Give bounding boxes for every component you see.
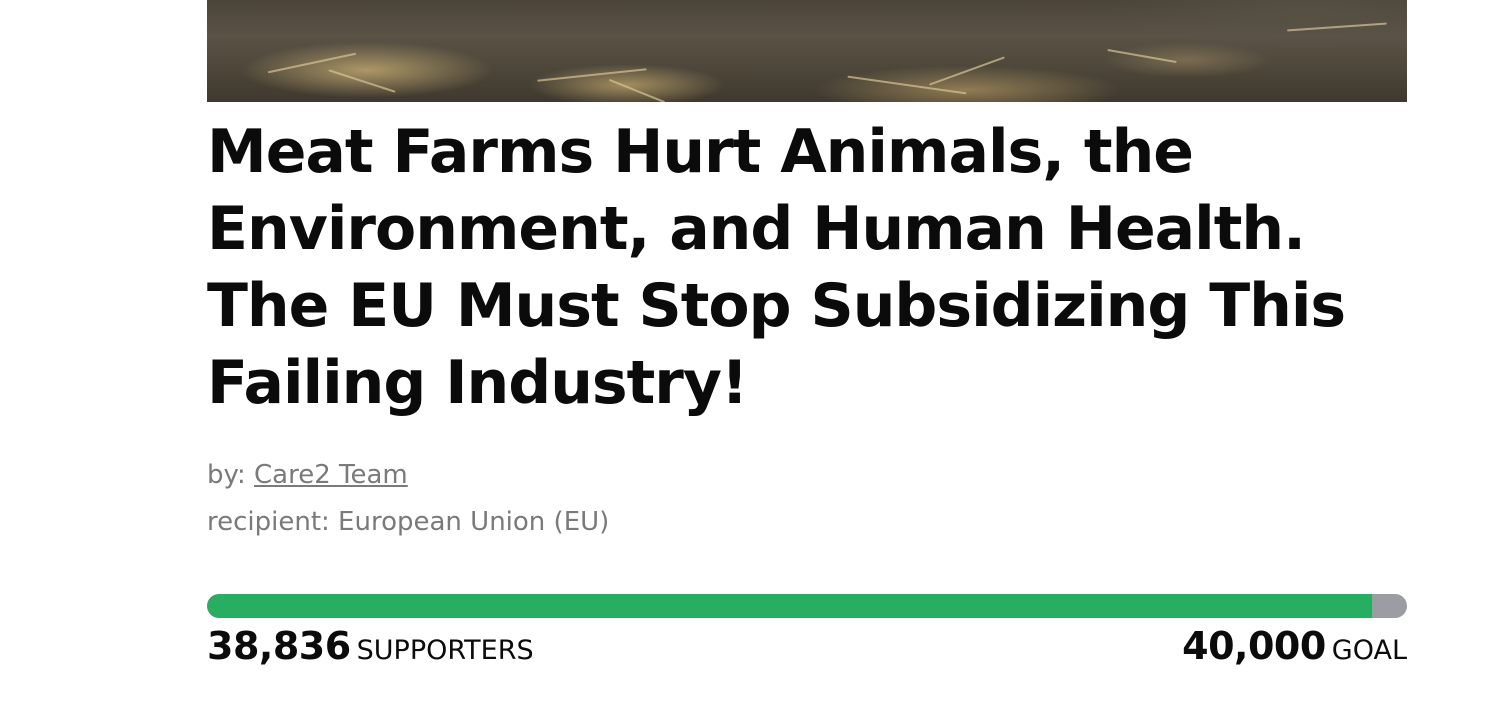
goal-count: 40,000 GOAL <box>1182 624 1407 668</box>
byline-prefix: by: <box>207 460 246 490</box>
goal-number: 40,000 <box>1182 624 1326 668</box>
goal-label: GOAL <box>1331 635 1407 666</box>
hero-image <box>207 0 1407 102</box>
byline: by: Care2 Team <box>207 460 408 490</box>
signature-progress-fill <box>207 594 1373 618</box>
author-link[interactable]: Care2 Team <box>254 460 408 490</box>
petition-title: Meat Farms Hurt Animals, the Environment… <box>207 117 1346 418</box>
signature-progress-bar <box>207 594 1407 618</box>
supporters-count: 38,836 SUPPORTERS <box>207 624 534 668</box>
progress-stats: 38,836 SUPPORTERS 40,000 GOAL <box>207 624 1407 674</box>
recipient-line: recipient: European Union (EU) <box>207 507 610 537</box>
supporters-number: 38,836 <box>207 624 351 668</box>
supporters-label: SUPPORTERS <box>356 635 534 666</box>
petition-page: Meat Farms Hurt Animals, the Environment… <box>0 0 1488 722</box>
